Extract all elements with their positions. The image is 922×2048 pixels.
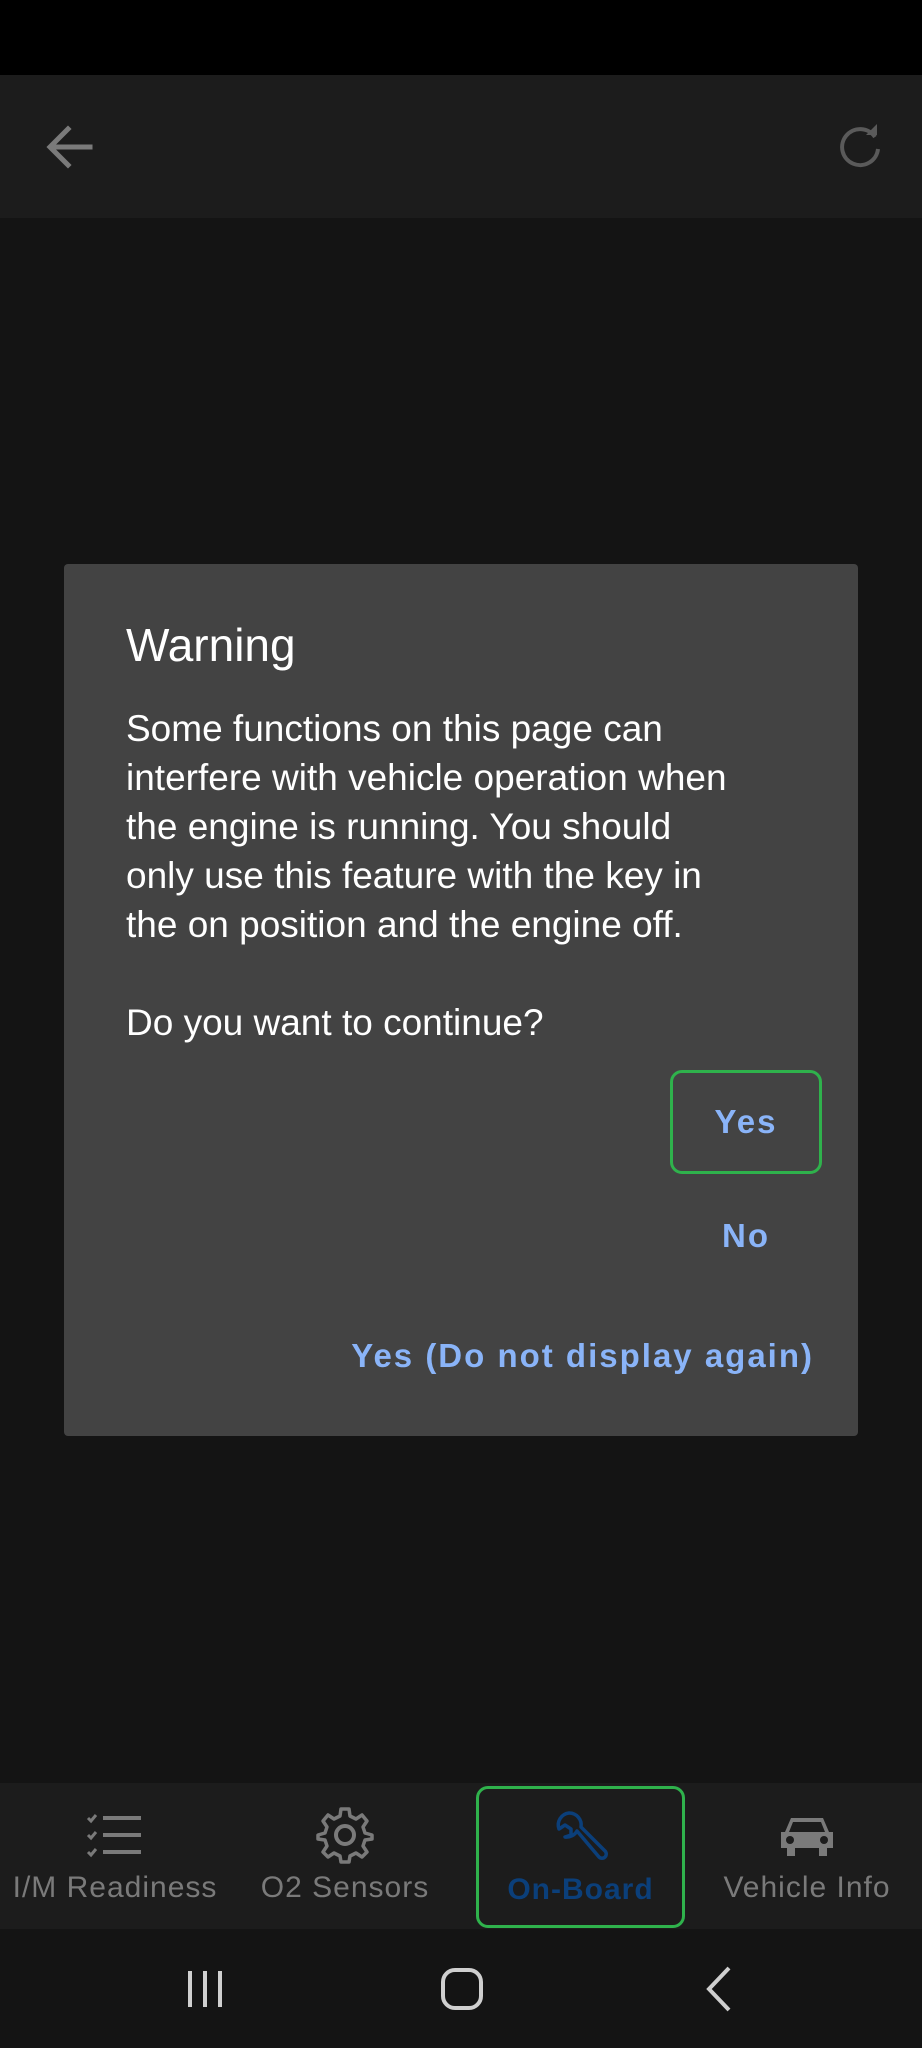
bottom-nav: I/M Readiness O2 Sensors On-Board Vehicl… — [0, 1783, 922, 1929]
nav-label: Vehicle Info — [723, 1871, 891, 1904]
nav-item-o2-sensors[interactable]: O2 Sensors — [230, 1783, 460, 1929]
nav-label: I/M Readiness — [12, 1871, 218, 1904]
yes-do-not-display-button[interactable]: Yes (Do not display again) — [351, 1316, 814, 1396]
refresh-icon[interactable] — [830, 117, 890, 177]
nav-item-on-board[interactable]: On-Board — [476, 1786, 685, 1928]
dialog-message-line: Some functions on this page can — [126, 708, 663, 749]
dialog-message-line: the engine is running. You should — [126, 806, 672, 847]
dialog-title: Warning — [126, 619, 296, 671]
yes-button[interactable]: Yes — [670, 1070, 822, 1174]
dialog-message-line: the on position and the engine off. — [126, 904, 683, 945]
nav-item-vehicle-info[interactable]: Vehicle Info — [692, 1783, 922, 1929]
system-nav-bar — [0, 1929, 922, 2048]
back-chevron-icon[interactable] — [690, 1959, 750, 2019]
gear-icon — [310, 1805, 380, 1865]
app-bar — [0, 75, 922, 218]
dialog-message: Some functions on this page can interfer… — [126, 704, 816, 1047]
car-icon — [772, 1805, 842, 1865]
dialog-question: Do you want to continue? — [126, 1002, 544, 1043]
arrow-left-icon[interactable] — [40, 117, 100, 177]
status-bar — [0, 0, 922, 75]
nav-item-im-readiness[interactable]: I/M Readiness — [0, 1783, 230, 1929]
dialog-message-line: only use this feature with the key in — [126, 855, 702, 896]
nav-label: O2 Sensors — [260, 1871, 430, 1904]
checklist-icon — [80, 1805, 150, 1865]
warning-dialog: Warning Some functions on this page can … — [64, 564, 858, 1436]
home-icon[interactable] — [432, 1959, 492, 2019]
wrench-icon — [546, 1807, 616, 1867]
no-button[interactable]: No — [670, 1196, 822, 1276]
dialog-message-line: interfere with vehicle operation when — [126, 757, 727, 798]
nav-label: On-Board — [507, 1873, 654, 1906]
recents-icon[interactable] — [175, 1959, 235, 2019]
